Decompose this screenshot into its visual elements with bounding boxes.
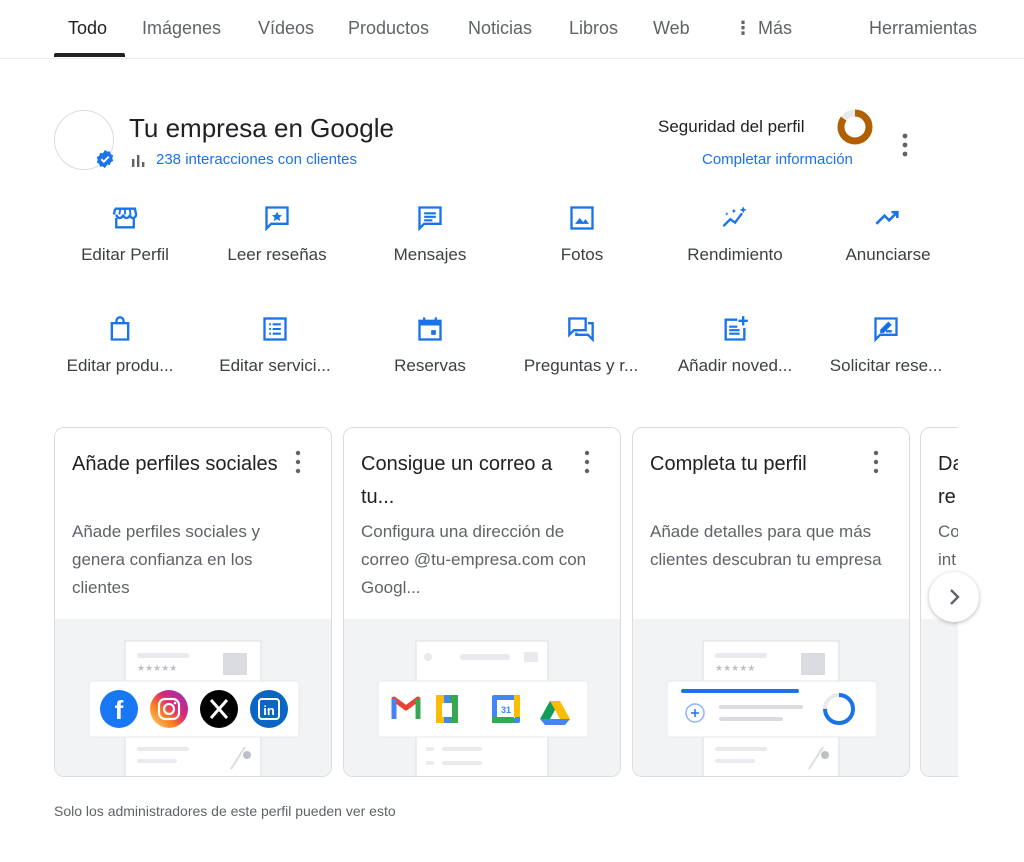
tab-imagenes[interactable]: Imágenes [142,18,221,39]
interactions-count: 238 interacciones con clientes [156,151,357,168]
action-label: Añadir noved... [677,356,793,375]
card-more-options-icon[interactable] [871,450,881,474]
performance-icon [722,206,747,227]
action-editar-servicios[interactable]: Editar servici... [199,315,351,376]
card-description: Co int [938,522,958,569]
photo-icon [570,206,594,230]
admin-notice: Solo los administradores de este perfil … [54,803,396,819]
action-label: Solicitar rese... [829,356,943,375]
chevron-right-icon [950,589,960,605]
search-tabs-bar: Todo Imágenes Vídeos Productos Noticias … [0,0,1024,59]
card-title: Da re [938,453,958,508]
list-icon [263,317,287,341]
svg-text:★★★★★: ★★★★★ [137,664,177,674]
workspace-apps-illustration: 31 [344,619,620,776]
card-complete-profile[interactable]: Completa tu perfil Añade detalles para q… [632,427,910,777]
tab-todo[interactable]: Todo [68,18,107,39]
action-editar-productos[interactable]: Editar produ... [44,315,196,376]
action-anunciarse[interactable]: Anunciarse [812,204,964,265]
suggestion-cards-carousel: Añade perfiles sociales Añade perfiles s… [54,427,958,777]
card-social-profiles[interactable]: Añade perfiles sociales Añade perfiles s… [54,427,332,777]
storefront-icon [112,207,138,229]
card-description: Añade detalles para que más clientes des… [650,522,882,569]
action-leer-resenas[interactable]: Leer reseñas [201,204,353,265]
action-editar-perfil[interactable]: Editar Perfil [49,204,201,265]
bar-chart-icon [132,154,145,167]
active-tab-indicator [54,53,125,57]
action-label: Mensajes [393,245,467,264]
tab-mas[interactable]: ⋮ Más [734,18,792,39]
action-mensajes[interactable]: Mensajes [354,204,506,265]
tools-button[interactable]: Herramientas [869,18,977,39]
svg-text:★★★★★: ★★★★★ [715,664,755,674]
action-reservas[interactable]: Reservas [354,315,506,376]
complete-profile-illustration: ★★★★★ [633,619,909,776]
card-description: Añade perfiles sociales y genera confian… [72,522,261,597]
card-business-email[interactable]: Consigue un correo a tu... Configura una… [343,427,621,777]
action-rendimiento[interactable]: Rendimiento [659,204,811,265]
action-fotos[interactable]: Fotos [506,204,658,265]
svg-text:in: in [263,703,275,718]
action-label: Fotos [560,245,604,264]
rate-review-icon [874,317,898,343]
action-label: Editar servici... [219,356,331,375]
tab-noticias[interactable]: Noticias [468,18,532,39]
forum-icon [568,317,594,343]
tab-libros[interactable]: Libros [569,18,618,39]
card-title: Consigue un correo a tu... [361,453,553,508]
action-label: Leer reseñas [227,245,327,264]
action-solicitar-resenas[interactable]: Solicitar rese... [810,315,962,376]
docs-icon [436,695,458,723]
more-vert-icon: ⋮ [734,18,752,38]
profile-security-label: Seguridad del perfil [658,117,805,136]
tab-videos[interactable]: Vídeos [258,18,314,39]
verified-badge-icon [96,149,114,169]
more-options-icon[interactable] [898,132,912,158]
action-label: Anunciarse [845,245,931,264]
card-more-options-icon[interactable] [582,450,592,474]
post-add-icon [724,316,748,341]
svg-text:f: f [115,695,124,725]
carousel-next-button[interactable] [929,572,979,622]
card-title: Añade perfiles sociales [72,453,278,475]
interactions-link[interactable]: 238 interacciones con clientes [131,151,357,168]
google-calendar-icon: 31 [492,695,520,723]
card-title: Completa tu perfil [650,453,807,475]
action-label: Editar produ... [66,356,174,375]
trending-icon [875,210,899,225]
business-name: Tu empresa en Google [129,113,394,143]
action-preguntas[interactable]: Preguntas y r... [505,315,657,376]
complete-info-link[interactable]: Completar información [702,151,853,168]
action-label: Reservas [394,356,466,375]
security-progress-ring [837,109,873,145]
card-illustration [921,619,958,776]
tab-productos[interactable]: Productos [348,18,429,39]
card-description: Configura una dirección de correo @tu-em… [361,522,587,597]
message-icon [418,206,442,232]
action-label: Preguntas y r... [523,356,639,375]
action-label: Rendimiento [687,245,783,264]
action-label: Editar Perfil [81,245,169,264]
tab-web[interactable]: Web [653,18,690,39]
calendar-icon [418,317,442,341]
instagram-icon [150,690,188,728]
svg-text:31: 31 [501,705,511,715]
shopping-bag-icon [110,316,130,341]
action-anadir-novedades[interactable]: Añadir noved... [659,315,811,376]
social-profiles-illustration: ★★★★★ f in [55,619,331,776]
card-more-options-icon[interactable] [293,450,303,474]
star-review-icon [265,206,289,232]
tab-mas-label: Más [758,18,793,38]
